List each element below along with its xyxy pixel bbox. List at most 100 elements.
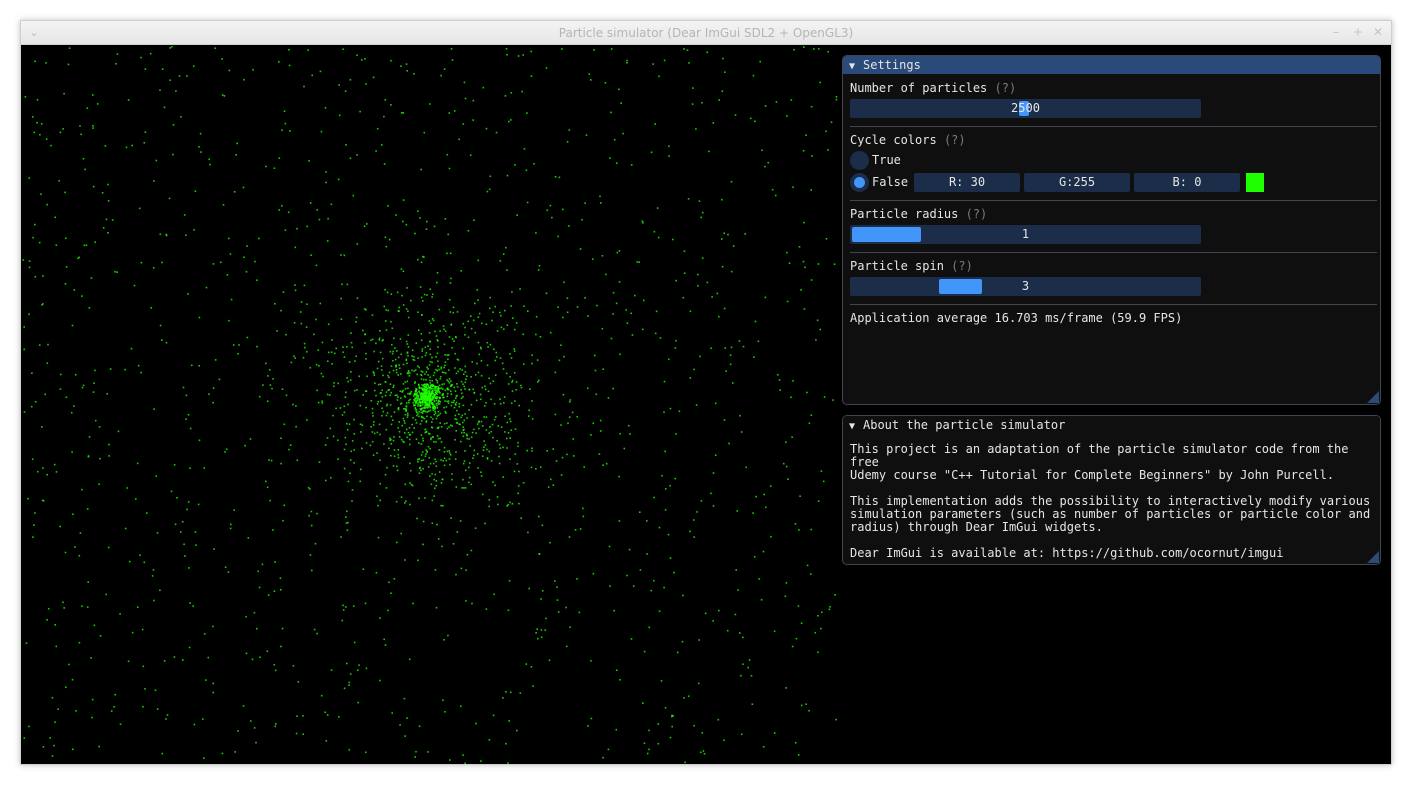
num-particles-help[interactable]: (?) [995,81,1017,95]
particle [42,467,44,469]
particle [166,714,169,716]
color-r-input[interactable]: R: 30 [914,173,1020,192]
particle [309,366,312,369]
particle [348,749,351,751]
particle [471,361,473,363]
particle [350,450,352,453]
particle [188,646,191,649]
particle [338,716,340,718]
cycle-colors-false-radio[interactable] [850,173,869,192]
particle [404,735,406,737]
particle [755,495,757,498]
particle [648,626,651,629]
particle [566,453,568,456]
particle [418,458,421,460]
particle [480,475,483,477]
num-particles-slider[interactable]: 2500 [850,99,1201,118]
particle [721,198,723,201]
particle [449,252,452,255]
spin-slider[interactable]: 3 [850,277,1201,296]
particle [723,307,726,310]
particle [424,373,426,375]
particle [444,218,447,220]
particle [423,293,426,296]
particle [779,389,781,391]
settings-header[interactable]: ▼ Settings [843,56,1380,74]
particle [549,204,552,207]
cycle-colors-true-label[interactable]: True [872,153,901,167]
collapse-arrow-icon[interactable]: ▼ [849,418,863,436]
cycle-colors-false-label[interactable]: False [872,175,908,189]
minimize-icon[interactable]: – [1329,25,1343,39]
resize-grip-icon[interactable] [1367,391,1379,403]
about-panel[interactable]: ▼ About the particle simulator This proje… [842,415,1381,565]
maximize-icon[interactable]: + [1351,25,1365,39]
particle [172,153,174,156]
color-g-input[interactable]: G:255 [1024,173,1130,192]
particle [345,522,348,524]
particle [774,194,777,197]
particle [466,417,468,419]
title-bar[interactable]: ⌄ Particle simulator (Dear ImGui SDL2 + … [21,21,1391,45]
particle [457,370,459,373]
resize-grip-icon[interactable] [1367,551,1379,563]
particle [462,426,464,428]
collapse-arrow-icon[interactable]: ▼ [849,58,863,76]
color-swatch[interactable] [1246,173,1264,192]
particle [187,293,189,295]
particle [431,318,434,320]
particle [422,543,424,546]
particle [283,504,286,507]
cycle-colors-true-radio[interactable] [850,151,869,170]
settings-panel[interactable]: ▼ Settings Number of particles (?) 2500 C… [842,55,1381,405]
particle [475,722,477,725]
particle [265,362,267,365]
particle [347,380,349,383]
particle [178,75,181,77]
particle [321,341,324,344]
simulation-viewport[interactable]: ▼ Settings Number of particles (?) 2500 C… [21,45,1391,764]
particle [107,200,110,202]
particle [434,458,436,461]
particle [437,403,440,405]
particle [34,401,37,403]
particle [669,484,671,487]
particle [45,62,47,64]
particle [798,529,800,531]
particle [201,718,204,720]
color-b-input[interactable]: B: 0 [1134,173,1240,192]
particle [511,379,514,382]
cycle-colors-help[interactable]: (?) [944,133,966,147]
particle [72,513,74,516]
particle [281,129,283,131]
particle [464,388,466,390]
particle [295,405,297,407]
particle [582,515,585,518]
particle [253,727,256,729]
particle [175,90,177,92]
about-header[interactable]: ▼ About the particle simulator [843,416,1380,434]
particle [270,459,273,462]
particle [472,319,475,322]
particle [523,148,526,150]
particle [435,378,437,381]
particle [64,191,66,194]
particle [98,426,101,428]
close-icon[interactable]: ✕ [1371,25,1385,39]
particle [481,493,484,496]
particle [615,302,618,305]
particle [516,214,518,216]
particle [590,717,593,720]
spin-help[interactable]: (?) [951,259,973,273]
particle [372,424,375,426]
particle [46,473,48,476]
particle [517,485,520,487]
particle [687,198,690,200]
radius-slider[interactable]: 1 [850,225,1201,244]
radius-help[interactable]: (?) [966,207,988,221]
particle [426,396,428,399]
particle [387,389,389,391]
particle [486,364,489,367]
particle [140,261,143,264]
particle [396,394,398,396]
